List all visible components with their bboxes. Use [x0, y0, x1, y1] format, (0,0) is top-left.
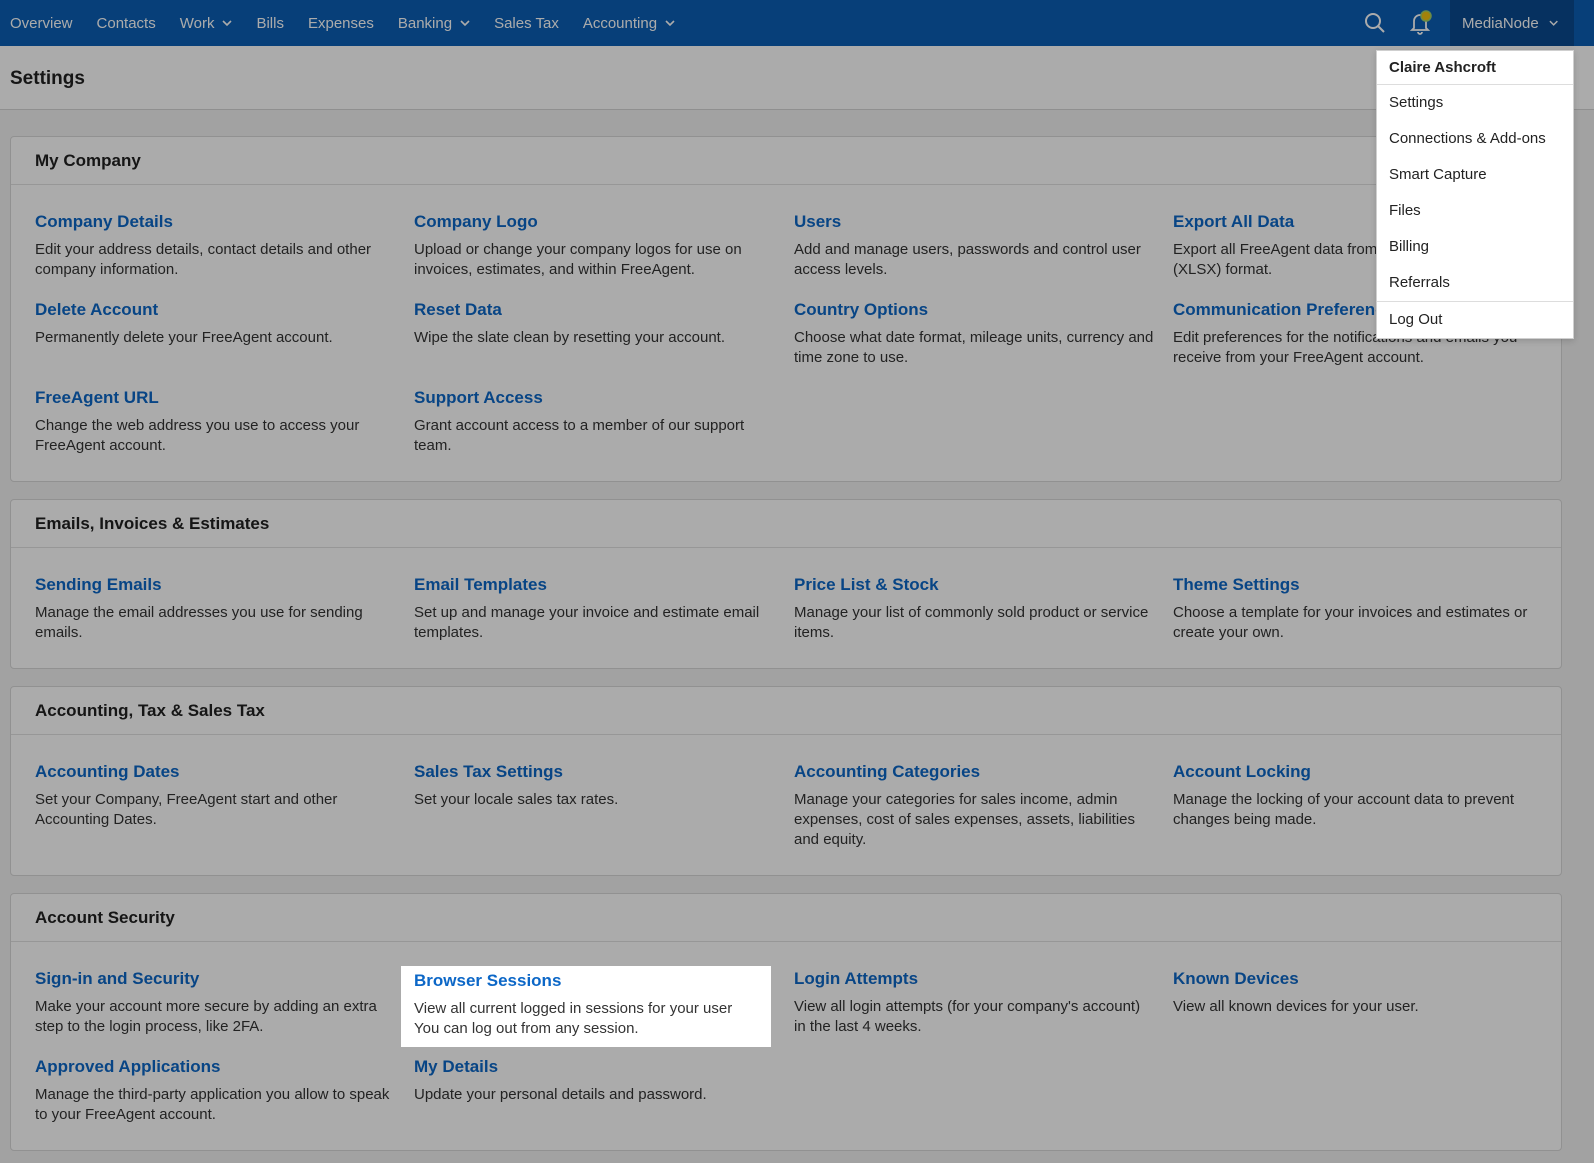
setting-item: Email Templates Set up and manage your i… — [414, 574, 774, 643]
setting-item: Accounting Categories Manage your catego… — [794, 761, 1154, 850]
setting-item: Users Add and manage users, passwords an… — [794, 211, 1154, 280]
nav-overview[interactable]: Overview — [0, 0, 73, 46]
dropdown-user-name: Claire Ashcroft — [1377, 51, 1573, 85]
setting-item: Sales Tax Settings Set your locale sales… — [414, 761, 774, 810]
setting-item: Approved Applications Manage the third-p… — [35, 1056, 395, 1125]
search-icon — [1365, 13, 1385, 33]
section-account-security: Account Security Sign-in and Security Ma… — [10, 893, 1562, 1151]
browser-sessions-highlight-link[interactable]: Browser Sessions — [414, 970, 759, 992]
my-details-link[interactable]: My Details — [414, 1056, 774, 1078]
approved-applications-link[interactable]: Approved Applications — [35, 1056, 395, 1078]
setting-item: Reset Data Wipe the slate clean by reset… — [414, 299, 774, 348]
accounting-dates-link[interactable]: Accounting Dates — [35, 761, 395, 783]
notifications-button[interactable] — [1398, 0, 1444, 46]
nav-accounting[interactable]: Accounting — [573, 0, 675, 46]
chevron-down-icon — [1549, 20, 1558, 26]
section-title: Emails, Invoices & Estimates — [11, 500, 1561, 548]
nav-work[interactable]: Work — [170, 0, 233, 46]
setting-item: FreeAgent URL Change the web address you… — [35, 387, 395, 456]
setting-item: Login Attempts View all login attempts (… — [794, 968, 1154, 1037]
known-devices-link[interactable]: Known Devices — [1173, 968, 1533, 990]
sending-emails-link[interactable]: Sending Emails — [35, 574, 395, 596]
email-templates-link[interactable]: Email Templates — [414, 574, 774, 596]
menu-item-connections[interactable]: Connections & Add-ons — [1377, 121, 1573, 157]
setting-item: My Details Update your personal details … — [414, 1056, 774, 1105]
menu-item-files[interactable]: Files — [1377, 193, 1573, 229]
setting-item: Company Logo Upload or change your compa… — [414, 211, 774, 280]
setting-item: Account Locking Manage the locking of yo… — [1173, 761, 1533, 830]
reset-data-link[interactable]: Reset Data — [414, 299, 774, 321]
login-attempts-link[interactable]: Login Attempts — [794, 968, 1154, 990]
nav-contacts[interactable]: Contacts — [87, 0, 156, 46]
setting-item: Export All Data Export all FreeAgent dat… — [1173, 211, 1383, 280]
page-header: Settings — [0, 46, 1594, 110]
nav-bills[interactable]: Bills — [246, 0, 284, 46]
setting-item: Country Options Choose what date format,… — [794, 299, 1154, 366]
section-accounting-tax: Accounting, Tax & Sales Tax Accounting D… — [10, 686, 1562, 876]
chevron-down-icon — [665, 20, 675, 27]
account-locking-link[interactable]: Account Locking — [1173, 761, 1533, 783]
country-options-link[interactable]: Country Options — [794, 299, 1154, 321]
setting-item: Known Devices View all known devices for… — [1173, 968, 1533, 1017]
setting-item: Accounting Dates Set your Company, FreeA… — [35, 761, 395, 830]
nav-banking[interactable]: Banking — [388, 0, 470, 46]
bell-icon — [1409, 10, 1432, 35]
export-all-data-link[interactable]: Export All Data — [1173, 211, 1383, 233]
company-menu-button[interactable]: MediaNode — [1450, 0, 1574, 46]
menu-item-referrals[interactable]: Referrals — [1377, 265, 1573, 301]
user-dropdown-menu: Claire Ashcroft Settings Connections & A… — [1376, 50, 1574, 339]
chevron-down-icon — [222, 20, 233, 27]
page-title: Settings — [10, 68, 85, 89]
section-my-company: My Company Company Details Edit your add… — [10, 136, 1562, 482]
support-access-link[interactable]: Support Access — [414, 387, 774, 409]
company-details-link[interactable]: Company Details — [35, 211, 395, 233]
setting-item: Sending Emails Manage the email addresse… — [35, 574, 395, 643]
setting-item: Sign-in and Security Make your account m… — [35, 968, 395, 1037]
price-list-stock-link[interactable]: Price List & Stock — [794, 574, 1154, 596]
highlighted-browser-sessions[interactable]: Browser Sessions View all current logged… — [401, 966, 771, 1047]
sign-in-security-link[interactable]: Sign-in and Security — [35, 968, 395, 990]
menu-item-smart-capture[interactable]: Smart Capture — [1377, 157, 1573, 193]
nav-expenses[interactable]: Expenses — [298, 0, 374, 46]
menu-item-settings[interactable]: Settings — [1377, 85, 1573, 121]
section-emails-invoices: Emails, Invoices & Estimates Sending Ema… — [10, 499, 1562, 669]
company-logo-link[interactable]: Company Logo — [414, 211, 774, 233]
setting-item: Theme Settings Choose a template for you… — [1173, 574, 1533, 643]
search-button[interactable] — [1352, 0, 1398, 46]
delete-account-link[interactable]: Delete Account — [35, 299, 395, 321]
freeagent-url-link[interactable]: FreeAgent URL — [35, 387, 395, 409]
chevron-down-icon — [460, 20, 470, 27]
top-nav: Overview Contacts Work Bills Expenses Ba… — [0, 0, 1594, 46]
sales-tax-settings-link[interactable]: Sales Tax Settings — [414, 761, 774, 783]
section-title: Accounting, Tax & Sales Tax — [11, 687, 1561, 735]
setting-item: Price List & Stock Manage your list of c… — [794, 574, 1154, 643]
accounting-categories-link[interactable]: Accounting Categories — [794, 761, 1154, 783]
menu-item-logout[interactable]: Log Out — [1377, 302, 1573, 338]
setting-item: Support Access Grant account access to a… — [414, 387, 774, 456]
users-link[interactable]: Users — [794, 211, 1154, 233]
nav-sales-tax[interactable]: Sales Tax — [484, 0, 559, 46]
section-title: Account Security — [11, 894, 1561, 942]
setting-item: Delete Account Permanently delete your F… — [35, 299, 395, 348]
section-title: My Company — [11, 137, 1561, 185]
menu-item-billing[interactable]: Billing — [1377, 229, 1573, 265]
theme-settings-link[interactable]: Theme Settings — [1173, 574, 1533, 596]
setting-item: Company Details Edit your address detail… — [35, 211, 395, 280]
